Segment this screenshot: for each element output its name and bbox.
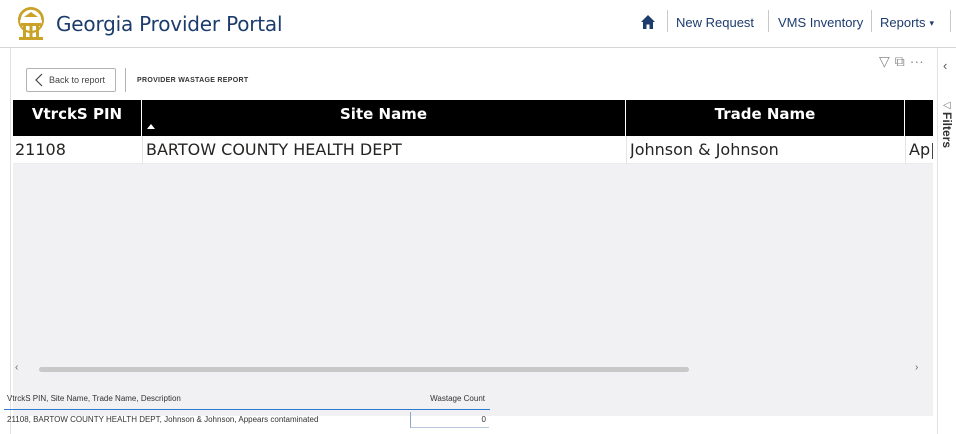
- top-navigation-bar: Georgia Provider Portal New Request VMS …: [0, 0, 956, 48]
- column-header-vtrcks-pin[interactable]: VtrckS PIN: [13, 100, 142, 136]
- cell-description-truncated: Ap|: [909, 140, 933, 159]
- chevron-left-icon[interactable]: ‹: [943, 58, 947, 73]
- nav-reports-dropdown[interactable]: Reports ▾: [880, 15, 934, 30]
- summary-table-header: VtrckS PIN, Site Name, Trade Name, Descr…: [0, 394, 490, 408]
- summary-table-row[interactable]: 21108, BARTOW COUNTY HEALTH DEPT, Johnso…: [4, 412, 490, 428]
- horizontal-scrollbar[interactable]: ‹ ›: [13, 362, 933, 376]
- cell-divider: [626, 136, 627, 164]
- summary-cell-details: 21108, BARTOW COUNTY HEALTH DEPT, Johnso…: [7, 415, 319, 424]
- table-header-row: VtrckS PIN Site Name Trade Name: [13, 100, 933, 136]
- home-icon[interactable]: [640, 14, 656, 30]
- title-divider: [125, 68, 126, 92]
- chevron-left-icon: [35, 73, 43, 87]
- cell-vtrcks-pin: 21108: [15, 140, 66, 159]
- cell-divider: [142, 136, 143, 164]
- focus-mode-icon[interactable]: ⧉: [895, 53, 905, 69]
- nav-vms-inventory-link[interactable]: VMS Inventory: [778, 15, 863, 30]
- scroll-left-icon[interactable]: ‹: [15, 362, 18, 373]
- report-canvas: ▽ ⧉ ··· Back to report PROVIDER WASTAGE RE…: [0, 48, 937, 434]
- back-button-label: Back to report: [49, 75, 106, 85]
- nav-reports-label: Reports: [880, 15, 926, 30]
- summary-header-underline: [4, 409, 490, 410]
- nav-new-request-link[interactable]: New Request: [676, 15, 754, 30]
- nav-divider: [950, 10, 951, 32]
- cell-site-name: BARTOW COUNTY HEALTH DEPT: [146, 140, 402, 159]
- filters-pane-label[interactable]: Filters: [940, 112, 954, 148]
- caret-down-icon: ▾: [929, 18, 935, 29]
- portal-brand-title: Georgia Provider Portal: [56, 12, 283, 36]
- filters-pane[interactable]: ‹ ◁ Filters: [937, 48, 956, 434]
- column-header-trade-name[interactable]: Trade Name: [626, 100, 905, 136]
- summary-col-header-details[interactable]: VtrckS PIN, Site Name, Trade Name, Descr…: [7, 394, 181, 403]
- back-to-report-button[interactable]: Back to report: [26, 68, 116, 92]
- nav-divider: [768, 10, 769, 32]
- column-header-description[interactable]: [905, 100, 933, 136]
- sort-ascending-icon: [147, 124, 155, 129]
- summary-cell-wastage-count: 0: [410, 412, 489, 428]
- visual-header-icons: ▽ ⧉ ···: [874, 53, 924, 70]
- scrollbar-thumb[interactable]: [39, 367, 689, 372]
- column-header-site-name[interactable]: Site Name: [142, 100, 626, 136]
- nav-divider: [667, 10, 668, 32]
- site-name-header-label: Site Name: [340, 105, 427, 123]
- georgia-seal-logo: [18, 7, 44, 40]
- table-row[interactable]: 21108 BARTOW COUNTY HEALTH DEPT Johnson …: [13, 136, 933, 164]
- more-options-icon[interactable]: ···: [910, 53, 924, 69]
- filter-icon[interactable]: ▽: [879, 53, 890, 69]
- report-title: PROVIDER WASTAGE REPORT: [137, 77, 249, 84]
- nav-divider: [871, 10, 872, 32]
- scroll-right-icon[interactable]: ›: [915, 362, 918, 373]
- cell-divider: [905, 136, 906, 164]
- summary-col-header-wastage-count[interactable]: Wastage Count: [430, 394, 485, 403]
- cell-trade-name: Johnson & Johnson: [630, 140, 779, 159]
- funnel-icon: ◁: [943, 100, 951, 111]
